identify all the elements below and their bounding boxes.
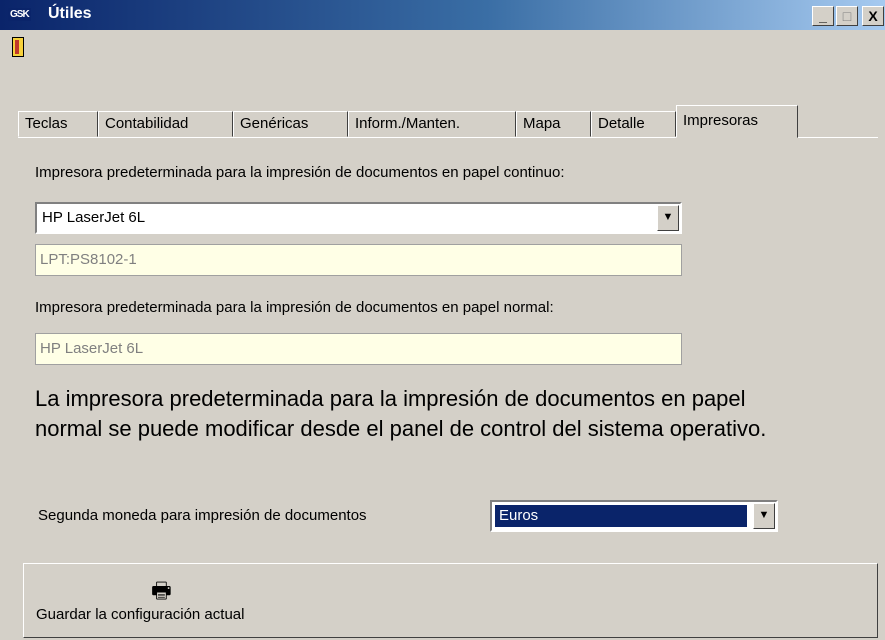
app-logo: GSK (8, 8, 31, 21)
normal-printer-value: HP LaserJet 6L (40, 340, 144, 357)
continuous-port-value: LPT:PS8102-1 (40, 251, 137, 268)
tab-genericas[interactable]: Genéricas (233, 111, 348, 137)
currency-value: Euros (494, 504, 748, 528)
currency-select[interactable]: Euros ▼ (490, 500, 778, 532)
chevron-down-icon[interactable]: ▼ (753, 503, 775, 529)
minimize-button[interactable]: _ (812, 6, 834, 26)
save-config-button[interactable]: 🖶 Guardar la configuración actual (23, 563, 878, 638)
tab-teclas[interactable]: Teclas (18, 111, 98, 137)
tab-detalle[interactable]: Detalle (591, 111, 676, 137)
tab-impresoras[interactable]: Impresoras (676, 105, 798, 138)
info-text: La impresora predeterminada para la impr… (35, 386, 767, 441)
tab-contabilidad[interactable]: Contabilidad (98, 111, 233, 137)
continuous-printer-label: Impresora predeterminada para la impresi… (35, 164, 565, 181)
continuous-port-field: LPT:PS8102-1 (35, 244, 682, 276)
chevron-down-icon[interactable]: ▼ (657, 205, 679, 231)
tab-mapa[interactable]: Mapa (516, 111, 591, 137)
continuous-printer-value: HP LaserJet 6L (42, 209, 146, 226)
title-bar[interactable]: GSK Útiles _ □ X (0, 0, 885, 30)
normal-printer-field: HP LaserJet 6L (35, 333, 682, 365)
save-config-label: Guardar la configuración actual (36, 606, 245, 623)
printer-icon: 🖶 (151, 578, 172, 603)
currency-label: Segunda moneda para impresión de documen… (38, 507, 367, 524)
tab-inform-manten[interactable]: Inform./Manten. (348, 111, 516, 137)
close-button[interactable]: X (862, 6, 884, 26)
window-title: Útiles (48, 5, 92, 22)
continuous-printer-select[interactable]: HP LaserJet 6L ▼ (35, 202, 682, 234)
normal-printer-label: Impresora predeterminada para la impresi… (35, 299, 554, 316)
door-exit-icon[interactable] (12, 37, 24, 57)
maximize-button[interactable]: □ (836, 6, 858, 26)
